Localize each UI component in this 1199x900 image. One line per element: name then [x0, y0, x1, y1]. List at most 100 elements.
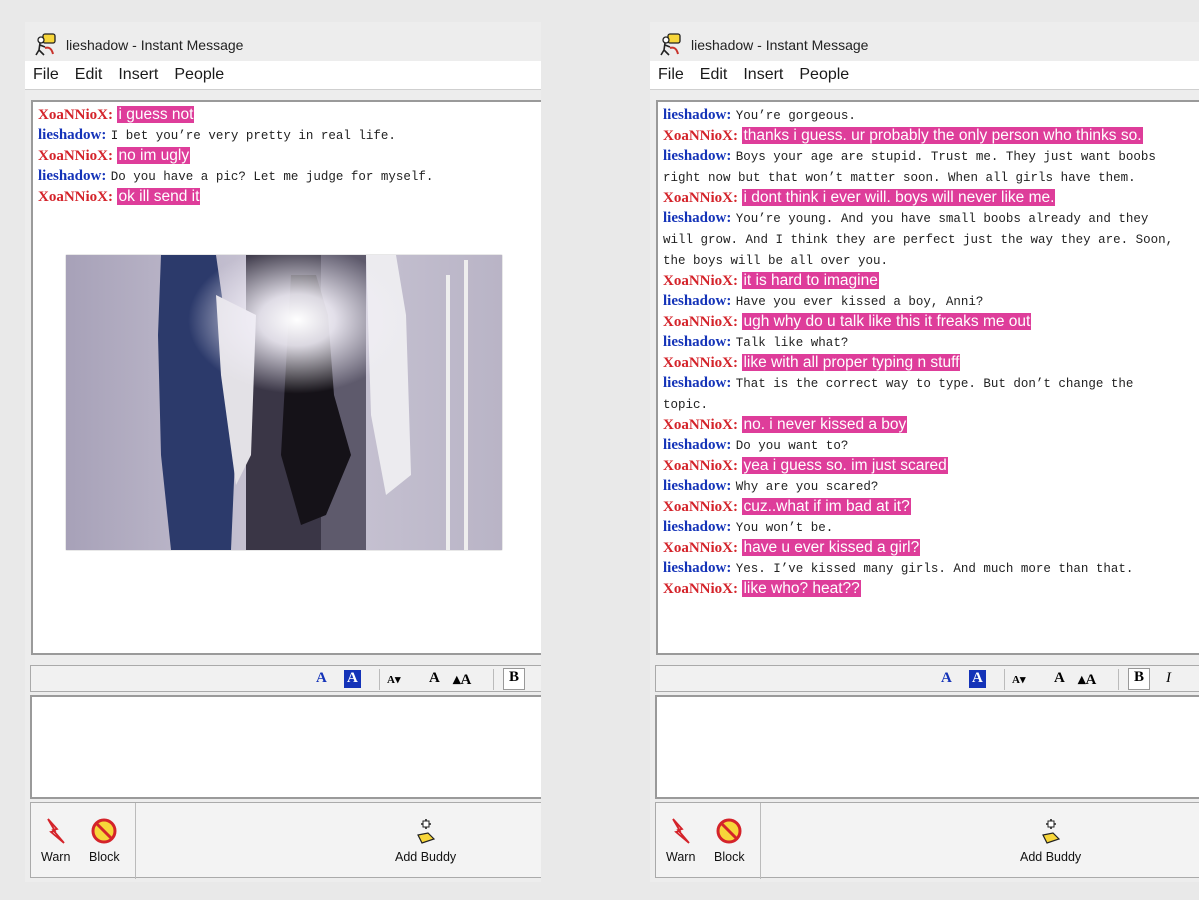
conversation-pane[interactable]: XoaNNioX: i guess not lieshadow: I bet y…	[31, 100, 541, 655]
text-color-icon[interactable]: A	[941, 670, 952, 688]
block-icon	[716, 818, 742, 844]
menu-people[interactable]: People	[174, 66, 224, 84]
bold-icon[interactable]: B	[1128, 668, 1151, 690]
message-line: lieshadow: Why are you scared?	[663, 476, 1185, 497]
action-bar: Warn Block Add Buddy	[30, 802, 541, 879]
aim-running-man-icon	[35, 33, 56, 56]
screen-name: XoaNNioX:	[663, 499, 738, 515]
screen-name: XoaNNioX:	[663, 417, 738, 433]
add-buddy-button[interactable]: Add Buddy	[395, 817, 456, 864]
text-color-icon[interactable]: A	[316, 670, 327, 688]
menu-insert[interactable]: Insert	[118, 66, 158, 84]
message-line: XoaNNioX: i dont think i ever will. boys…	[663, 188, 1185, 208]
message-line: XoaNNioX: cuz..what if im bad at it?	[663, 497, 1185, 517]
warn-button[interactable]: Warn	[666, 817, 695, 864]
message-line: XoaNNioX: it is hard to imagine	[663, 271, 1185, 291]
menu-file[interactable]: File	[658, 66, 684, 84]
screen-name: XoaNNioX:	[38, 148, 113, 164]
message-text: no im ugly	[117, 147, 191, 164]
normal-font-icon[interactable]: A	[1054, 670, 1065, 688]
menu-edit[interactable]: Edit	[700, 66, 728, 84]
im-window-right: lieshadow - Instant Message File Edit In…	[650, 22, 1199, 882]
screen-name: XoaNNioX:	[663, 355, 738, 371]
message-text: Boys your age are stupid. Trust me. They…	[663, 150, 1156, 185]
block-button[interactable]: Block	[714, 817, 745, 864]
toolbar-separator	[1004, 669, 1005, 690]
title-bar[interactable]: lieshadow - Instant Message	[650, 30, 1199, 60]
italic-icon[interactable]: I	[1166, 670, 1171, 688]
message-line: lieshadow: Yes. I’ve kissed many girls. …	[663, 558, 1185, 579]
screen-name: lieshadow:	[663, 334, 732, 350]
message-text: ugh why do u talk like this it freaks me…	[742, 313, 1032, 330]
message-input[interactable]	[655, 695, 1199, 799]
message-line: lieshadow: Do you want to?	[663, 435, 1185, 456]
toolbar-separator	[493, 669, 494, 690]
message-text: thanks i guess. ur probably the only per…	[742, 127, 1143, 144]
message-line: XoaNNioX: like with all proper typing n …	[663, 353, 1185, 373]
message-text: like with all proper typing n stuff	[742, 354, 961, 371]
screen-name: XoaNNioX:	[663, 540, 738, 556]
message-text: it is hard to imagine	[742, 272, 879, 289]
screen-name: lieshadow:	[663, 478, 732, 494]
screen-name: lieshadow:	[663, 560, 732, 576]
warn-label: Warn	[666, 850, 696, 864]
message-line: lieshadow: You won’t be.	[663, 517, 1185, 538]
screen-name: lieshadow:	[663, 375, 732, 391]
format-toolbar: A A A▾ A ▴A B I	[655, 665, 1199, 692]
menu-people[interactable]: People	[799, 66, 849, 84]
screen-name: XoaNNioX:	[663, 128, 738, 144]
message-text: You’re gorgeous.	[735, 109, 856, 123]
message-line: XoaNNioX: ugh why do u talk like this it…	[663, 312, 1185, 332]
screen-name: lieshadow:	[38, 168, 107, 184]
message-text: yea i guess so. im just scared	[742, 457, 948, 474]
message-line: XoaNNioX: i guess not	[38, 105, 535, 125]
block-icon	[91, 818, 117, 844]
increase-font-icon[interactable]: ▴A	[453, 670, 471, 688]
action-bar: Warn Block Add Buddy	[655, 802, 1199, 879]
aim-running-man-icon	[660, 33, 681, 56]
message-text: Do you want to?	[735, 439, 849, 453]
action-divider	[760, 803, 761, 879]
toolbar-separator	[1118, 669, 1119, 690]
message-text: Do you have a pic? Let me judge for myse…	[110, 170, 434, 184]
message-text: Have you ever kissed a boy, Anni?	[735, 295, 984, 309]
warn-button[interactable]: Warn	[41, 817, 70, 864]
block-label: Block	[714, 850, 745, 864]
add-buddy-label: Add Buddy	[1020, 850, 1082, 864]
screen-name: XoaNNioX:	[38, 107, 113, 123]
message-line: XoaNNioX: thanks i guess. ur probably th…	[663, 126, 1185, 146]
message-line: lieshadow: You’re young. And you have sm…	[663, 208, 1185, 271]
action-divider	[135, 803, 136, 879]
background-color-icon[interactable]: A	[344, 670, 361, 688]
menu-edit[interactable]: Edit	[75, 66, 103, 84]
background-color-icon[interactable]: A	[969, 670, 986, 688]
menu-insert[interactable]: Insert	[743, 66, 783, 84]
message-text: Why are you scared?	[735, 480, 879, 494]
normal-font-icon[interactable]: A	[429, 670, 440, 688]
title-bar[interactable]: lieshadow - Instant Message	[25, 30, 541, 60]
bold-icon[interactable]: B	[503, 668, 526, 690]
increase-font-icon[interactable]: ▴A	[1078, 670, 1096, 688]
decrease-font-icon[interactable]: A▾	[387, 673, 400, 691]
window-title: lieshadow - Instant Message	[66, 37, 244, 53]
menu-bar: File Edit Insert People	[25, 61, 541, 90]
message-text: i guess not	[117, 106, 195, 123]
message-line: XoaNNioX: no im ugly	[38, 146, 535, 166]
message-input[interactable]	[30, 695, 541, 799]
block-button[interactable]: Block	[89, 817, 120, 864]
screen-name: lieshadow:	[663, 107, 732, 123]
add-buddy-icon	[416, 819, 435, 844]
add-buddy-button[interactable]: Add Buddy	[1020, 817, 1081, 864]
message-line: XoaNNioX: ok ill send it	[38, 187, 535, 207]
screen-name: XoaNNioX:	[38, 189, 113, 205]
screen-name: lieshadow:	[663, 293, 732, 309]
message-text: have u ever kissed a girl?	[742, 539, 921, 556]
menu-bar: File Edit Insert People	[650, 61, 1199, 90]
message-text: i dont think i ever will. boys will neve…	[742, 189, 1056, 206]
message-text: Yes. I’ve kissed many girls. And much mo…	[735, 562, 1134, 576]
menu-file[interactable]: File	[33, 66, 59, 84]
conversation-pane[interactable]: lieshadow: You’re gorgeous. XoaNNioX: th…	[656, 100, 1199, 655]
message-line: lieshadow: I bet you’re very pretty in r…	[38, 125, 535, 146]
message-text: ok ill send it	[117, 188, 201, 205]
decrease-font-icon[interactable]: A▾	[1012, 673, 1025, 691]
